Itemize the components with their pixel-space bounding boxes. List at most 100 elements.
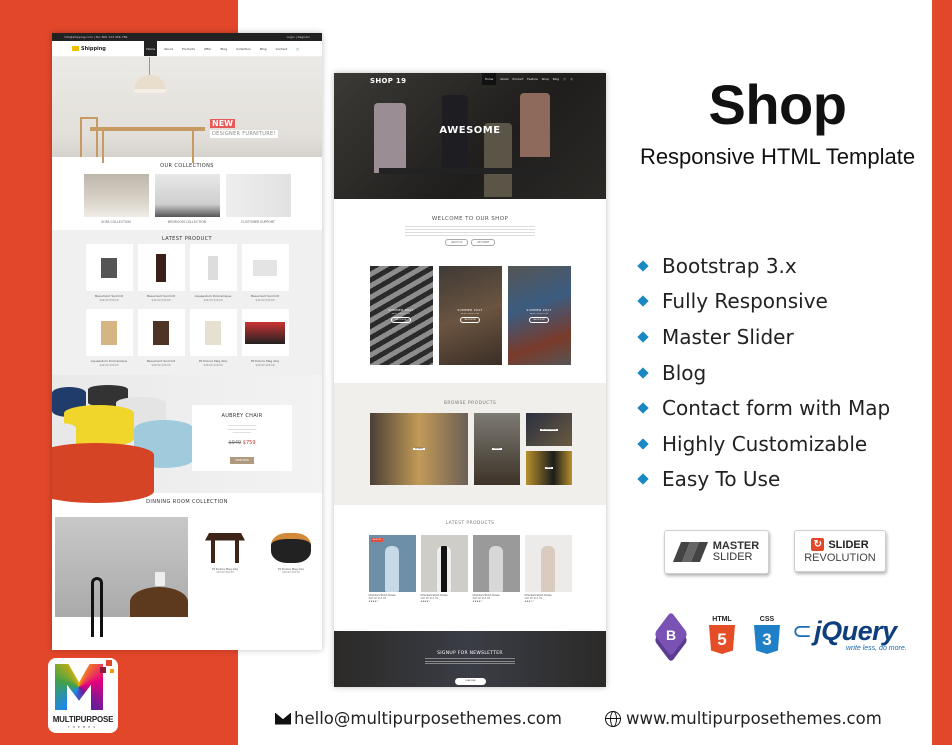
- collection-label: CUSTOMER SUPPORT: [241, 220, 275, 224]
- nav-item[interactable]: Products: [180, 47, 197, 51]
- nav-item[interactable]: Collection: [234, 47, 253, 51]
- nav-item[interactable]: Blog: [258, 47, 269, 51]
- promo-button[interactable]: SHOP NOW: [529, 317, 549, 323]
- tile-label: DRESS: [491, 448, 503, 450]
- collection-card[interactable]: CUSTOMER SUPPORT: [225, 174, 291, 230]
- newsletter-heading: SIGNUP FOR NEWSLETTER: [437, 651, 503, 656]
- site-logo[interactable]: SHOP 19: [370, 77, 406, 85]
- newsletter-text: [425, 658, 515, 664]
- promo-card[interactable]: SUMMER 2017 NEW COLLECTION SHOP NOW: [438, 266, 502, 365]
- latest-products-section: LATEST PRODUCT Beaumont Summit $49.00 $39…: [52, 230, 322, 375]
- product-price: $49.00 $39.00: [151, 364, 171, 367]
- browse-tile[interactable]: ACCESSORIES: [526, 413, 572, 446]
- search-icon[interactable]: ⚲: [570, 77, 572, 81]
- hero-slider: SHOP 19 Home About Product Feature Shop …: [334, 73, 606, 199]
- nav-item[interactable]: Product: [513, 77, 524, 81]
- product-card[interactable]: Beaumont Summit $49.00 $39.00: [241, 244, 289, 304]
- tile-label: ACCESSORIES: [539, 428, 558, 431]
- coffee-mug: [155, 572, 165, 586]
- nav-item[interactable]: Blog: [218, 47, 229, 51]
- nav-item[interactable]: About: [162, 47, 175, 51]
- get-more-button[interactable]: GET MORE: [471, 239, 495, 246]
- product-card[interactable]: Checked Short Dress $40.00 $12.49 ★★★★☆: [420, 535, 468, 603]
- nav-item[interactable]: Home: [144, 41, 158, 56]
- cart-icon[interactable]: 🛒: [294, 47, 302, 51]
- nav-item[interactable]: Shop: [542, 77, 549, 81]
- dining-product[interactable]: Et Dolore Mag Aliq $49.00 $39.00: [200, 533, 250, 574]
- product-image: [472, 535, 520, 592]
- product-image: [420, 535, 468, 592]
- nav-item[interactable]: Offer: [202, 47, 214, 51]
- lamp-cord: [149, 57, 150, 75]
- multipurpose-themes-logo[interactable]: MULTIPURPOSE THEMES: [48, 658, 118, 733]
- product-card[interactable]: Et Dolore Mag Aliq $49.00 $39.00: [189, 309, 237, 369]
- shop-now-button[interactable]: SHOP NOW: [230, 456, 254, 464]
- contact-website[interactable]: www.multipurposethemes.com: [605, 709, 882, 728]
- product-price: $49.00 $39.00: [282, 571, 300, 574]
- product-card[interactable]: Beaumont Summit $49.00 $39.00: [137, 309, 185, 369]
- browse-products-section: BROWSE PRODUCTS WOMEN DRESS ACCESSORIES …: [334, 383, 606, 505]
- css3-logo-icon: CSS 3: [752, 615, 782, 655]
- badge-line2: REVOLUTION: [804, 552, 876, 564]
- cart-icon[interactable]: 🛒: [563, 77, 566, 81]
- product-price: $49.00 $39.00: [255, 364, 275, 367]
- promo-card[interactable]: SUMMER 2017 NEW COLLECTION SHOP NOW: [507, 266, 571, 365]
- armchair-image: [225, 174, 291, 217]
- product-card[interactable]: Beaumont Summit $49.00 $39.00: [85, 244, 133, 304]
- featured-title: AUBREY CHAIR: [221, 413, 263, 419]
- nav-item[interactable]: Blog: [553, 77, 559, 81]
- feature-text: Highly Customizable: [662, 431, 868, 456]
- product-card[interactable]: SALE OFF Checked Short Dress $40.00 $12.49…: [368, 535, 416, 603]
- nav-item[interactable]: Contact: [274, 47, 290, 51]
- hero-tagline: DESIGNER FURNITURE!: [210, 130, 278, 138]
- dining-product[interactable]: Et Dolore Mag Aliq $49.00 $39.00: [266, 533, 316, 574]
- table-leg: [192, 131, 194, 163]
- product-image: [137, 309, 185, 356]
- logo-dot: [100, 667, 106, 673]
- promo-button[interactable]: SHOP NOW: [391, 317, 411, 323]
- product-card[interactable]: Checked Short Dress $40.00 $12.49 ★★★★☆: [472, 535, 520, 603]
- nav-item[interactable]: Home: [482, 73, 497, 85]
- product-subtitle: Responsive HTML Template: [639, 144, 916, 169]
- product-name: Beaumont Summit: [146, 359, 176, 363]
- collections-heading: OUR COLLECTIONS: [160, 163, 214, 169]
- collection-card[interactable]: SOFA COLLECTION: [83, 174, 149, 230]
- collection-card[interactable]: BEDROOM COLLECTION: [154, 174, 220, 230]
- feature-item: Master Slider: [637, 319, 890, 355]
- latest-products-section: LATEST PRODUCTS SALE OFF Checked Short Dr…: [334, 505, 606, 603]
- badge-line1: SLIDER: [828, 538, 869, 551]
- diamond-bullet-icon: [637, 473, 649, 486]
- product-name: Beaumont Summit: [250, 294, 280, 298]
- product-card[interactable]: Aquaestum Doloremque $49.00 $39.00: [189, 244, 237, 304]
- mail-icon: [275, 712, 291, 725]
- product-card[interactable]: Checked Short Dress $40.00 $12.49 ★★★☆☆: [524, 535, 572, 603]
- site-logo[interactable]: Shipping: [72, 46, 106, 52]
- contact-email[interactable]: hello@multipurposethemes.com: [275, 709, 562, 728]
- browse-tile[interactable]: WOMEN: [370, 413, 468, 485]
- diamond-bullet-icon: [637, 438, 649, 450]
- chair-back: [91, 577, 103, 637]
- round-table: [130, 587, 188, 617]
- subscribe-button[interactable]: SUBSCRIBE: [455, 678, 486, 685]
- product-card[interactable]: Aquaestum Doloremque $49.00 $39.00: [85, 309, 133, 369]
- product-image: SALE OFF: [368, 535, 416, 592]
- nav-item[interactable]: Feature: [527, 77, 538, 81]
- pendant-lamp-image: [134, 75, 166, 93]
- old-price: $949: [228, 439, 242, 446]
- product-card[interactable]: Et Dolore Mag Aliq $49.00 $39.00: [241, 309, 289, 369]
- product-price: $49.00 $39.00: [151, 299, 171, 302]
- about-us-button[interactable]: ABOUT US: [445, 239, 469, 246]
- lounge-set-image: [271, 533, 311, 563]
- promo-button[interactable]: SHOP NOW: [460, 317, 480, 323]
- bench: [379, 168, 559, 174]
- slider-revolution-badge: ↻ SLIDER REVOLUTION: [794, 530, 886, 572]
- product-card[interactable]: Beaumont Summit $49.00 $39.00: [137, 244, 185, 304]
- browse-tile[interactable]: MEN: [526, 451, 572, 485]
- bootstrap-logo-icon: B: [650, 611, 692, 663]
- hero-new-badge: NEW: [210, 119, 235, 128]
- topbar-auth[interactable]: Login | Register: [287, 35, 310, 39]
- promo-card[interactable]: SUMMER 2017 NEW COLLECTION SHOP NOW: [369, 266, 433, 365]
- browse-tile[interactable]: DRESS: [474, 413, 520, 485]
- nav-item[interactable]: About: [500, 77, 508, 81]
- sofa-image: [83, 174, 149, 217]
